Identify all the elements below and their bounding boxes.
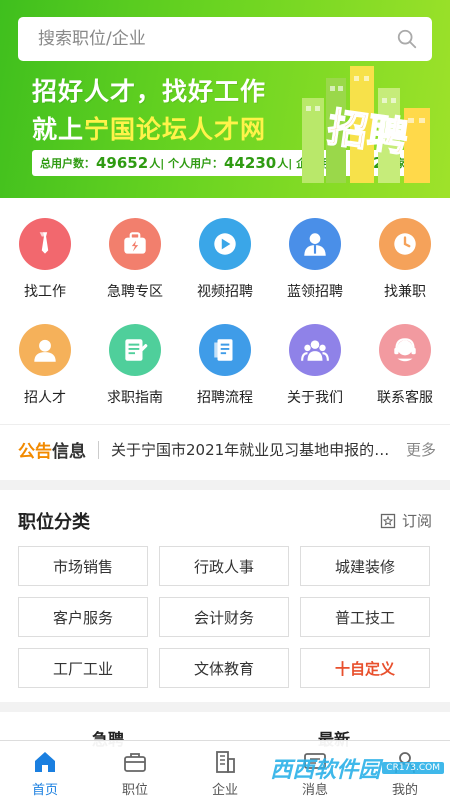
category-tag[interactable]: 普工技工 [300, 597, 430, 637]
category-tags: 市场销售 行政人事 城建装修客户服务 会计财务 普工技工工厂工业 文体教育 十自定义 [18, 546, 430, 688]
nav-label: 首页 [31, 783, 58, 798]
category-tag[interactable]: 行政人事 [159, 546, 289, 586]
category-tag[interactable]: 会计财务 [159, 597, 289, 637]
group-icon [289, 324, 341, 376]
nav-label: 企业 [211, 783, 238, 798]
feature-label: 找兼职 [384, 284, 426, 300]
building-icon [216, 751, 235, 773]
stats-personal-value: 44230 [224, 154, 277, 172]
home-icon [35, 752, 55, 772]
feature-label: 找工作 [24, 284, 66, 300]
stats-personal-label: | 个人用户： [160, 157, 224, 170]
category-title: 职位分类 [18, 512, 90, 533]
feature-item[interactable]: 急聘专区 [90, 218, 180, 301]
feature-label: 求职指南 [107, 390, 163, 406]
feature-label: 联系客服 [377, 390, 433, 406]
feature-label: 招聘流程 [197, 390, 253, 406]
stats-total-value: 49652 [96, 154, 149, 172]
feature-item[interactable]: 招聘流程 [180, 324, 270, 407]
watermark-sub: CR173.COM [382, 762, 444, 774]
nav-item[interactable]: 首页 [0, 741, 90, 800]
feature-item[interactable]: 关于我们 [270, 324, 360, 407]
document-icon [199, 324, 251, 376]
banner-slogan-line1: 招好人才，找好工作 [32, 77, 267, 106]
feature-item[interactable]: 求职指南 [90, 324, 180, 407]
watermark: 西西软件园 CR173.COM [270, 752, 444, 784]
notice-divider [98, 440, 99, 459]
feature-item[interactable]: 招人才 [0, 324, 90, 407]
stats-total-unit: 人 [149, 157, 161, 170]
search-input[interactable] [38, 29, 396, 49]
notice-bar[interactable]: 公告信息 关于宁国市2021年就业见习基地申报的通知 更多 [0, 424, 450, 474]
nav-item[interactable]: 企业 [180, 741, 270, 800]
nav-item[interactable]: 职位 [90, 741, 180, 800]
play-icon [199, 218, 251, 270]
recruit-city-illustration: 招聘 [302, 66, 430, 183]
feature-item[interactable]: 找工作 [0, 218, 90, 301]
category-tag[interactable]: 工厂工业 [18, 648, 148, 688]
feature-item[interactable]: 视频招聘 [180, 218, 270, 301]
nav-label: 职位 [121, 783, 148, 798]
banner-slogan-prefix: 就上 [32, 115, 85, 144]
notice-tag-part2: 信息 [52, 442, 86, 462]
search-bar[interactable] [18, 17, 432, 61]
banner-slogan-line2: 就上宁国论坛人才网 [32, 110, 266, 146]
subscribe-label: 订阅 [401, 512, 432, 530]
category-tag[interactable]: 客户服务 [18, 597, 148, 637]
stats-total-label: 总用户数： [40, 157, 95, 170]
worker-icon [289, 218, 341, 270]
urgent-bag-icon [109, 218, 161, 270]
person-icon [19, 324, 71, 376]
top-banner[interactable]: 招好人才，找好工作 就上宁国论坛人才网 总用户数： 49652 人 | 个人用户… [0, 0, 450, 198]
guide-icon [109, 324, 161, 376]
feature-item[interactable]: 蓝领招聘 [270, 218, 360, 301]
feature-item[interactable]: 找兼职 [360, 218, 450, 301]
briefcase-icon [124, 753, 146, 772]
category-tag[interactable]: 市场销售 [18, 546, 148, 586]
notice-text[interactable]: 关于宁国市2021年就业见习基地申报的通知 [111, 439, 396, 460]
notice-more-link[interactable]: 更多 [406, 439, 436, 460]
feature-panel: 找工作 急聘专区 视频招聘 蓝领招聘 找兼职招人才 求职指南 招聘流程 关于我们 联系客服 公告… [0, 198, 450, 480]
headset-icon [379, 324, 431, 376]
stats-personal-unit: 人 [277, 157, 289, 170]
banner-site-name: 宁国论坛人才网 [84, 115, 267, 144]
feature-label: 蓝领招聘 [287, 284, 343, 300]
tie-icon [19, 218, 71, 270]
notice-tag: 公告信息 [18, 437, 86, 462]
notice-tag-part1: 公告 [18, 442, 52, 462]
clock-icon [379, 218, 431, 270]
feature-item[interactable]: 联系客服 [360, 324, 450, 407]
feature-label: 急聘专区 [107, 284, 163, 300]
custom-category-button[interactable]: 十自定义 [300, 648, 430, 688]
feature-label: 视频招聘 [197, 284, 253, 300]
search-icon[interactable] [396, 28, 418, 50]
feature-grid: 找工作 急聘专区 视频招聘 蓝领招聘 找兼职招人才 求职指南 招聘流程 关于我们 联系客服 [0, 218, 450, 407]
subscribe-button[interactable]: 订阅 [380, 510, 432, 531]
feature-label: 招人才 [24, 390, 66, 406]
subscribe-icon [380, 513, 396, 528]
feature-label: 关于我们 [287, 390, 343, 406]
category-tag[interactable]: 城建装修 [300, 546, 430, 586]
watermark-text: 西西软件园 [270, 758, 381, 783]
job-category-section: 职位分类 订阅 市场销售 行政人事 城建装修客户服务 会计财务 普工技工工厂工业 文体教育… [0, 490, 450, 702]
category-tag[interactable]: 文体教育 [159, 648, 289, 688]
